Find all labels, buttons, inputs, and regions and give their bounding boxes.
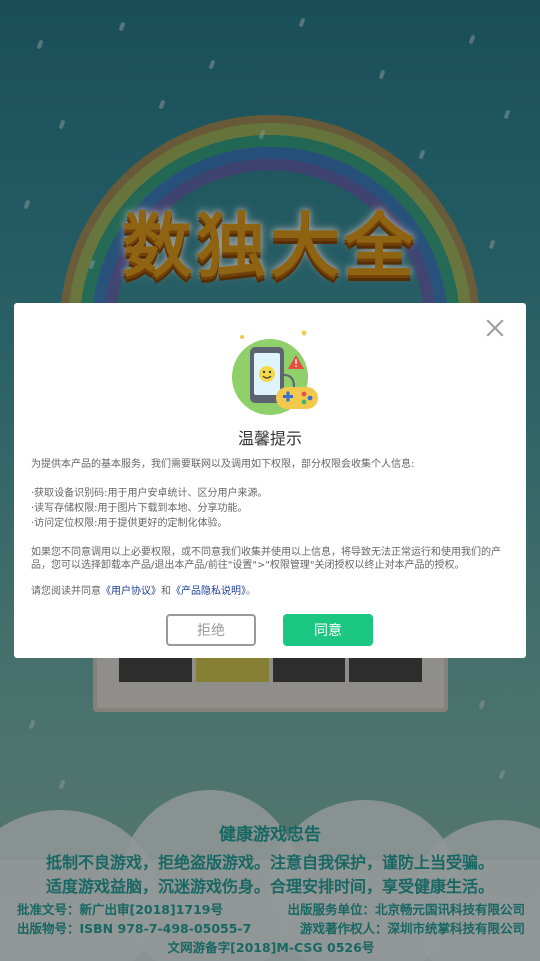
dialog-title: 温馨提示 [237,429,302,448]
agree-button[interactable]: 同意 [283,614,373,646]
consent-line: 请您阅读并同意《用户协议》和《产品隐私说明》。 [31,585,509,598]
user-agreement-link[interactable]: 《用户协议》 [101,586,161,597]
permission-item: ·读写存储权限:用于图片下载到本地、分享功能。 [31,503,248,514]
close-icon[interactable] [484,317,506,339]
dialog-intro: 为提供本产品的基本服务，我们需要联网以及调用如下权限，部分权限会收集个人信息: [31,459,415,470]
consent-prefix: 请您阅读并同意 [31,586,101,597]
phone-gamepad-icon [232,330,318,415]
dialog-body: 为提供本产品的基本服务，我们需要联网以及调用如下权限，部分权限会收集个人信息: … [31,458,509,598]
privacy-policy-link[interactable]: 《产品隐私说明》 [171,586,246,597]
dialog-disclaimer: 如果您不同意调用以上必要权限，或不同意我们收集并使用以上信息，将导致无法正常运行… [31,547,501,571]
permission-list: ·获取设备识别码:用于用户安卓统计、区分用户来源。 ·读写存储权限:用于图片下载… [31,486,509,531]
consent-suffix: 。 [246,586,256,597]
consent-and: 和 [161,586,171,597]
permission-item: ·访问定位权限:用于提供更好的定制化体验。 [31,518,228,529]
permission-item: ·获取设备识别码:用于用户安卓统计、区分用户来源。 [31,488,268,499]
permission-dialog: 温馨提示 为提供本产品的基本服务，我们需要联网以及调用如下权限，部分权限会收集个… [14,303,526,658]
refuse-button[interactable]: 拒绝 [166,614,256,646]
